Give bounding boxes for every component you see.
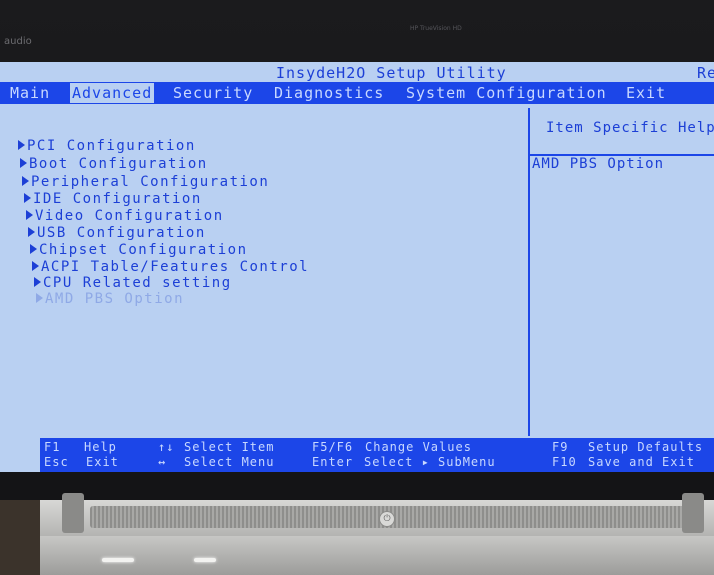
key-legend-footer: F1 Help Esc Exit ↑↓ Select Item ↔ Select… xyxy=(40,438,714,472)
submenu-arrow-icon xyxy=(18,140,25,150)
menu-entry-ide[interactable]: IDE Configuration xyxy=(24,191,202,207)
help-panel-text: AMD PBS Option xyxy=(532,156,665,172)
entry-label: AMD PBS Option xyxy=(45,291,185,307)
right-hinge xyxy=(682,493,704,533)
bios-screen: InsydeH2O Setup Utility Re Main Advanced… xyxy=(0,62,714,472)
menu-entry-video[interactable]: Video Configuration xyxy=(26,208,224,224)
entry-label: Chipset Configuration xyxy=(39,242,248,258)
select-menu-label: Select Menu xyxy=(184,455,275,469)
title-bar: InsydeH2O Setup Utility Re xyxy=(0,62,714,82)
submenu-arrow-icon xyxy=(22,176,29,186)
submenu-arrow-icon xyxy=(34,277,41,287)
tab-system-configuration[interactable]: System Configuration xyxy=(404,83,609,103)
desk-surface xyxy=(0,500,40,575)
submenu-arrow-icon xyxy=(30,244,37,254)
save-and-exit-label: Save and Exit xyxy=(588,455,695,469)
menu-entry-boot[interactable]: Boot Configuration xyxy=(20,156,208,172)
f5f6-key: F5/F6 xyxy=(312,440,354,454)
tab-security[interactable]: Security xyxy=(171,83,255,103)
entry-label: CPU Related setting xyxy=(43,275,232,291)
laptop-base xyxy=(40,536,714,575)
status-led-icon xyxy=(194,558,216,562)
menu-entry-chipset[interactable]: Chipset Configuration xyxy=(30,242,248,258)
entry-label: Boot Configuration xyxy=(29,156,208,172)
entry-label: Peripheral Configuration xyxy=(31,174,270,190)
enter-key: Enter xyxy=(312,455,354,469)
select-item-label: Select Item xyxy=(184,440,275,454)
tab-diagnostics[interactable]: Diagnostics xyxy=(272,83,386,103)
audio-brand-label: audio xyxy=(4,36,32,47)
esc-key: Esc xyxy=(44,455,69,469)
updown-arrows-icon: ↑↓ xyxy=(158,440,175,454)
submenu-arrow-icon xyxy=(36,293,43,303)
f9-key: F9 xyxy=(552,440,569,454)
bios-title: InsydeH2O Setup Utility xyxy=(276,64,507,82)
menu-entry-usb[interactable]: USB Configuration xyxy=(28,225,206,241)
submenu-arrow-icon xyxy=(24,193,31,203)
entry-label: Video Configuration xyxy=(35,208,224,224)
pane-divider xyxy=(528,108,530,436)
menu-bar: Main Advanced Security Diagnostics Syste… xyxy=(0,82,714,104)
menu-entry-amd-pbs[interactable]: AMD PBS Option xyxy=(36,291,184,307)
entry-label: PCI Configuration xyxy=(27,138,196,154)
change-values-label: Change Values xyxy=(365,440,472,454)
tab-exit[interactable]: Exit xyxy=(624,83,668,103)
menu-entry-pci[interactable]: PCI Configuration xyxy=(18,138,196,154)
tab-advanced[interactable]: Advanced xyxy=(70,83,155,103)
leftright-arrows-icon: ↔ xyxy=(158,455,167,469)
f1-label: Help xyxy=(84,440,117,454)
power-icon[interactable]: ⏻ xyxy=(379,511,395,527)
title-truncated: Re xyxy=(697,64,714,82)
status-led-icon xyxy=(102,558,134,562)
left-hinge xyxy=(62,493,84,533)
submenu-arrow-icon xyxy=(26,210,33,220)
help-panel-title: Item Specific Help xyxy=(546,120,714,136)
camera-label: HP TrueVision HD xyxy=(410,25,462,32)
select-submenu-label: Select ▸ SubMenu xyxy=(364,455,496,469)
menu-entry-cpu[interactable]: CPU Related setting xyxy=(34,275,232,291)
f1-key: F1 xyxy=(44,440,61,454)
tab-main[interactable]: Main xyxy=(8,83,52,103)
submenu-arrow-icon xyxy=(28,227,35,237)
setup-defaults-label: Setup Defaults xyxy=(588,440,704,454)
esc-label: Exit xyxy=(86,455,119,469)
submenu-arrow-icon xyxy=(32,261,39,271)
menu-entry-acpi[interactable]: ACPI Table/Features Control xyxy=(32,259,309,275)
submenu-arrow-icon xyxy=(20,158,27,168)
f10-key: F10 xyxy=(552,455,577,469)
entry-label: ACPI Table/Features Control xyxy=(41,259,310,275)
menu-entry-peripheral[interactable]: Peripheral Configuration xyxy=(22,174,269,190)
entry-label: USB Configuration xyxy=(37,225,206,241)
entry-label: IDE Configuration xyxy=(33,191,202,207)
